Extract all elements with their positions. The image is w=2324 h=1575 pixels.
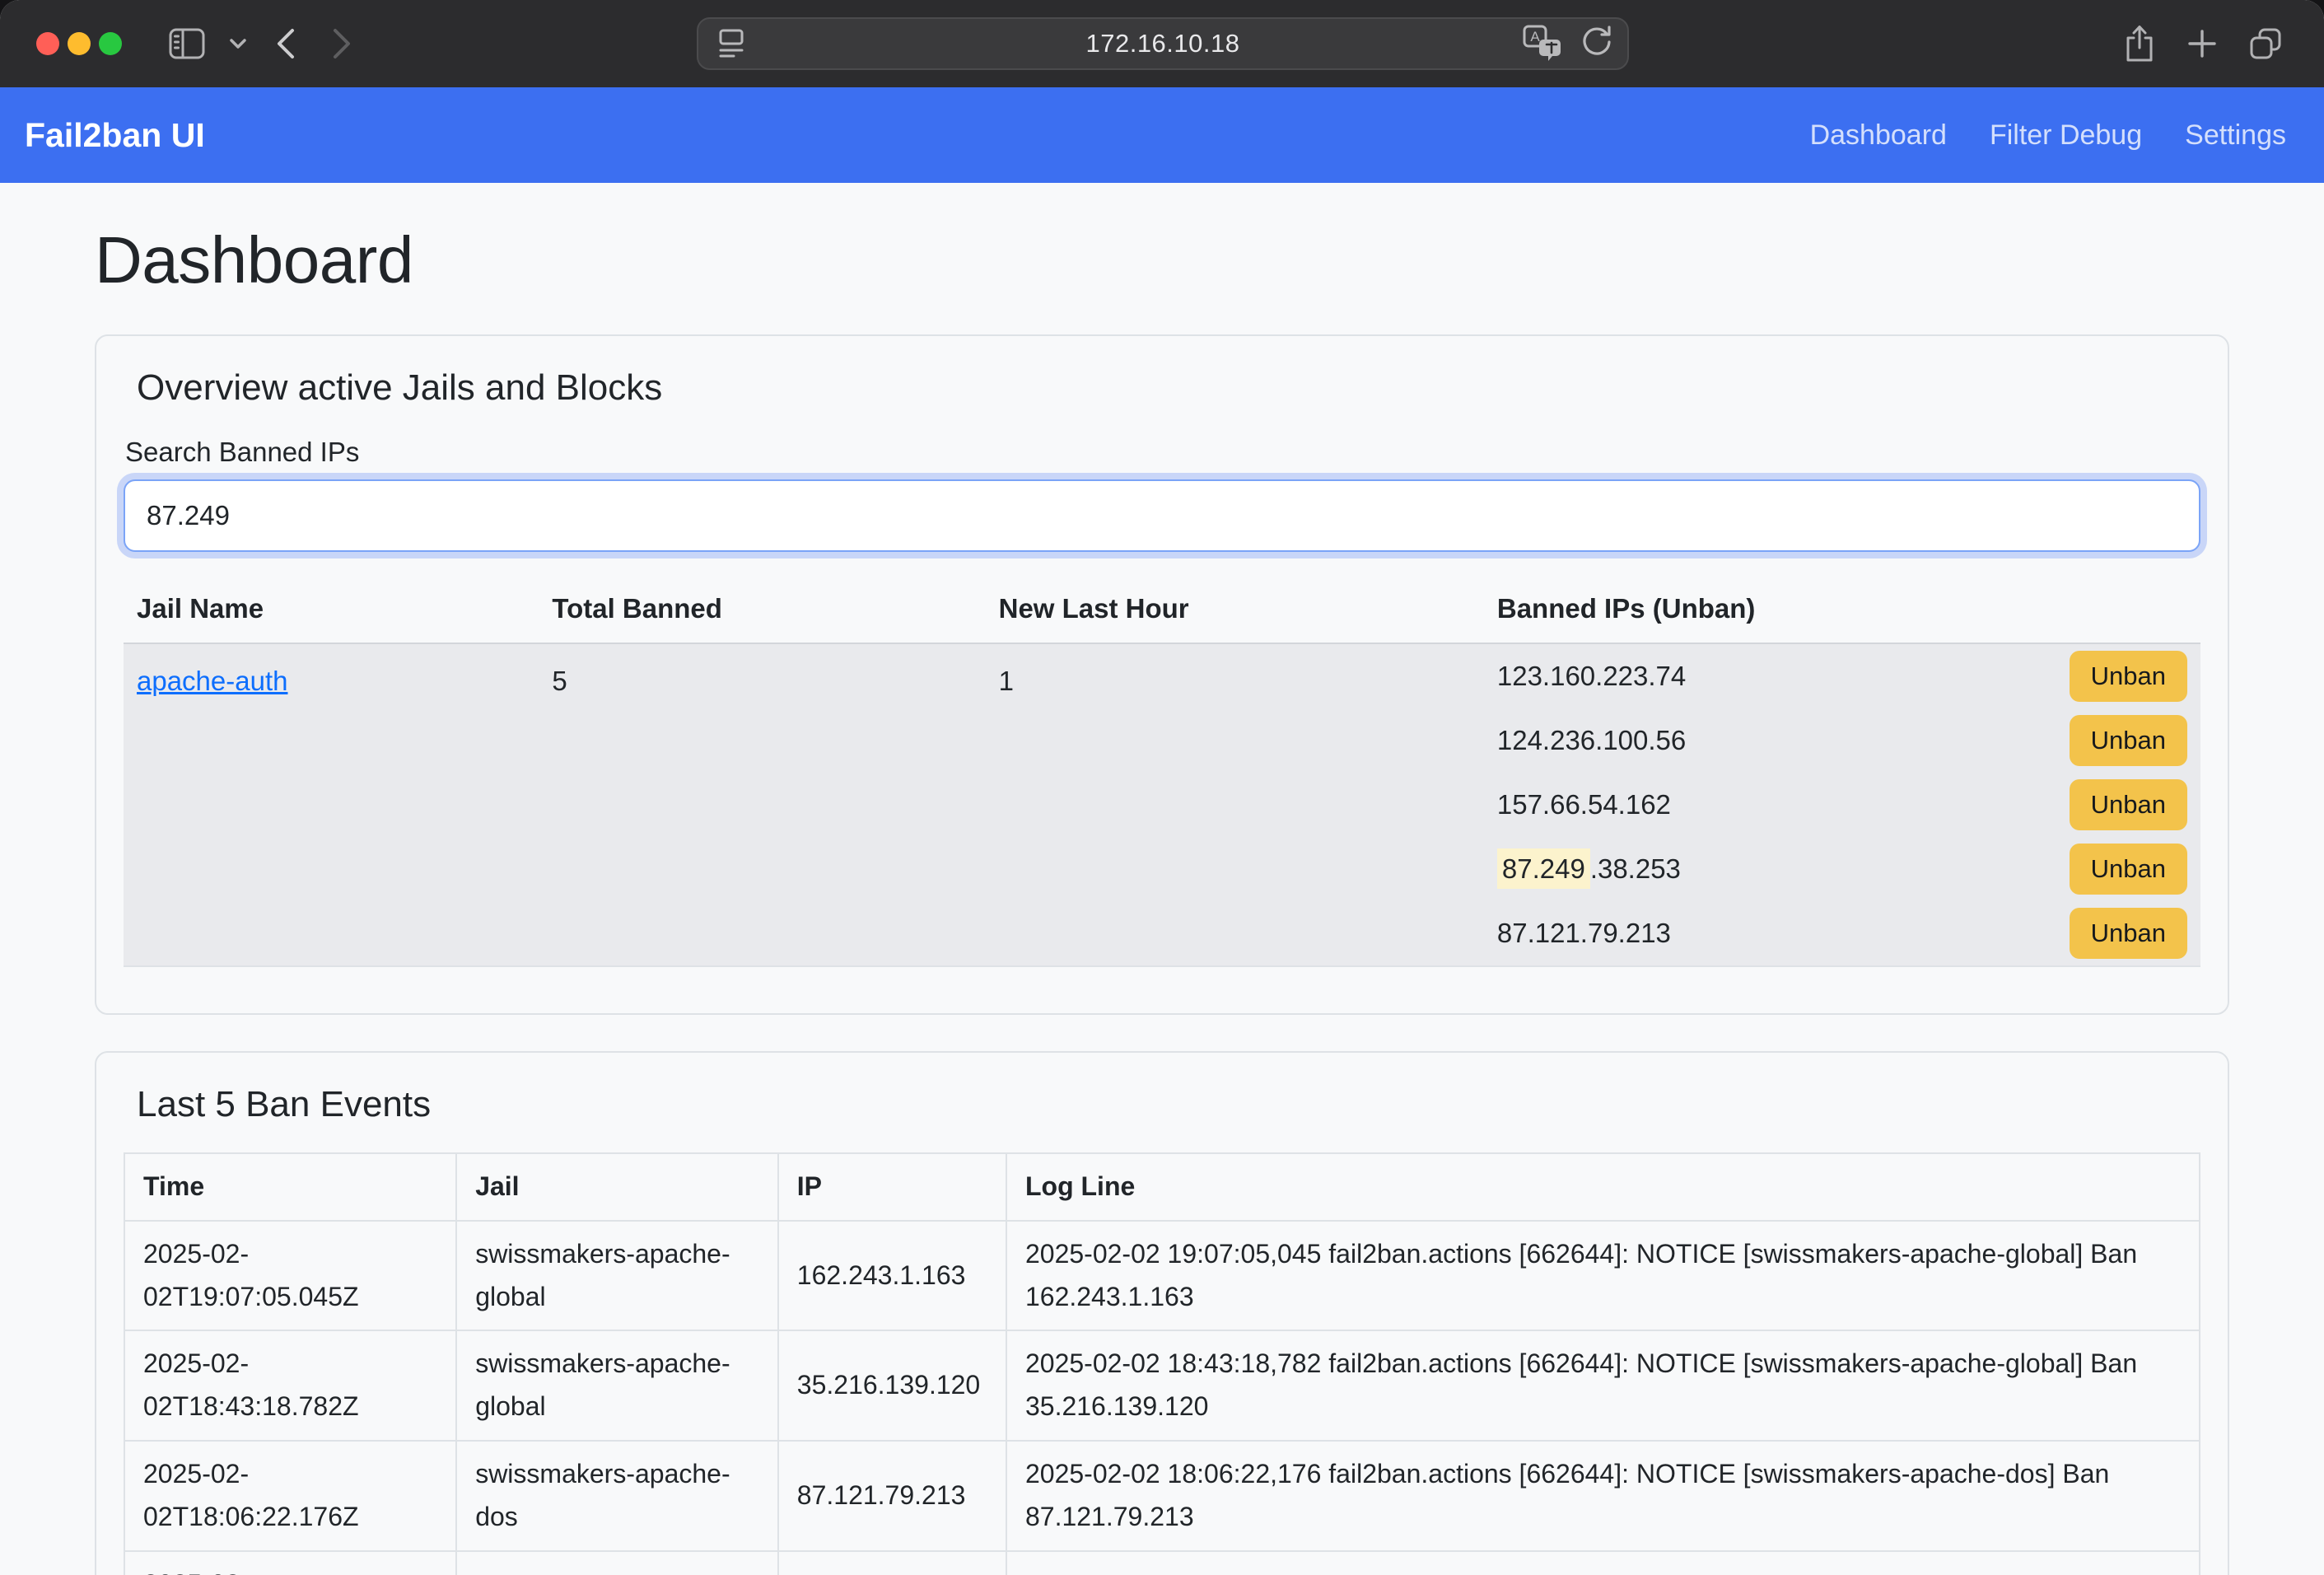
close-window-button[interactable] [36, 32, 59, 55]
col-header-banned-ips: Banned IPs (Unban) [1484, 575, 2200, 643]
event-ip: 87.121.79.213 [778, 1551, 1006, 1575]
banned-ip-item: 123.160.223.74 Unban [1497, 644, 2187, 708]
chevron-down-icon[interactable] [227, 33, 249, 54]
banned-ip: 157.66.54.162 [1497, 789, 1671, 820]
event-time: 2025-02-02T18:06:01.963Z [124, 1551, 456, 1575]
event-row: 2025-02-02T18:43:18.782Z swissmakers-apa… [124, 1330, 2200, 1441]
events-table: Time Jail IP Log Line 2025-02-02T19:07:0… [124, 1152, 2200, 1575]
events-card-title: Last 5 Ban Events [137, 1084, 2200, 1125]
forward-icon[interactable] [324, 24, 357, 63]
banned-ip: 87.249.38.253 [1497, 853, 1681, 885]
sidebar-icon[interactable] [168, 26, 206, 61]
event-ip: 87.121.79.213 [778, 1441, 1006, 1551]
jail-row: apache-auth 5 1 123.160.223.74 Unban 124… [124, 643, 2200, 966]
event-jail: apache-auth [456, 1551, 778, 1575]
jail-name-link[interactable]: apache-auth [137, 666, 287, 696]
page-title: Dashboard [95, 222, 2229, 298]
event-log: 2025-02-02 18:43:18,782 fail2ban.actions… [1006, 1330, 2200, 1441]
jails-table-header-row: Jail Name Total Banned New Last Hour Ban… [124, 575, 2200, 643]
minimize-window-button[interactable] [68, 32, 91, 55]
unban-button[interactable]: Unban [2070, 844, 2187, 895]
col-header-jail-name: Jail Name [124, 575, 539, 643]
event-ip: 35.216.139.120 [778, 1330, 1006, 1441]
banned-ip-list: 123.160.223.74 Unban 124.236.100.56 Unba… [1497, 644, 2187, 965]
window-controls [36, 32, 122, 55]
event-log: 2025-02-02 18:06:22,176 fail2ban.actions… [1006, 1441, 2200, 1551]
event-log: 2025-02-02 18:06:01,963 fail2ban.actions… [1006, 1551, 2200, 1575]
nav-link-dashboard[interactable]: Dashboard [1810, 119, 1947, 152]
col-header-log-line: Log Line [1006, 1153, 2200, 1221]
banned-ip-item: 124.236.100.56 Unban [1497, 708, 2187, 773]
address-bar[interactable]: 172.16.10.18 A [697, 17, 1629, 70]
toolbar-right [2121, 22, 2284, 65]
address-bar-actions: A [1522, 23, 1614, 65]
nav-link-filter-debug[interactable]: Filter Debug [1990, 119, 2142, 152]
events-card: Last 5 Ban Events Time Jail IP Log Line … [95, 1051, 2229, 1575]
col-header-total-banned: Total Banned [539, 575, 985, 643]
unban-button[interactable]: Unban [2070, 779, 2187, 830]
search-banned-ips-label: Search Banned IPs [125, 437, 2200, 468]
col-header-time: Time [124, 1153, 456, 1221]
reload-icon[interactable] [1578, 24, 1614, 64]
url-text: 172.16.10.18 [698, 29, 1627, 58]
event-time: 2025-02-02T19:07:05.045Z [124, 1221, 456, 1331]
event-ip: 162.243.1.163 [778, 1221, 1006, 1331]
tabs-icon[interactable] [2247, 25, 2284, 63]
banned-ip-item: 87.249.38.253 Unban [1497, 837, 2187, 901]
events-table-header-row: Time Jail IP Log Line [124, 1153, 2200, 1221]
event-log: 2025-02-02 19:07:05,045 fail2ban.actions… [1006, 1221, 2200, 1331]
page-content: Dashboard Overview active Jails and Bloc… [0, 222, 2324, 1575]
overview-card: Overview active Jails and Blocks Search … [95, 334, 2229, 1015]
banned-ip: 87.121.79.213 [1497, 918, 1671, 949]
unban-button[interactable]: Unban [2070, 715, 2187, 766]
search-banned-ips-input[interactable] [124, 479, 2200, 552]
new-tab-icon[interactable] [2184, 26, 2220, 62]
banned-ip-item: 157.66.54.162 Unban [1497, 773, 2187, 837]
col-header-ip: IP [778, 1153, 1006, 1221]
event-jail: swissmakers-apache-global [456, 1330, 778, 1441]
col-header-new-last-hour: New Last Hour [986, 575, 1484, 643]
nav-link-settings[interactable]: Settings [2185, 119, 2286, 152]
app-navbar: Fail2ban UI Dashboard Filter Debug Setti… [0, 87, 2324, 183]
toolbar-left [168, 24, 357, 63]
translate-icon[interactable]: A [1522, 23, 1563, 65]
event-time: 2025-02-02T18:43:18.782Z [124, 1330, 456, 1441]
event-row: 2025-02-02T18:06:01.963Z apache-auth 87.… [124, 1551, 2200, 1575]
brand-link[interactable]: Fail2ban UI [25, 116, 205, 155]
browser-titlebar: 172.16.10.18 A [0, 0, 2324, 87]
event-jail: swissmakers-apache-global [456, 1221, 778, 1331]
share-icon[interactable] [2121, 22, 2158, 65]
total-banned-value: 5 [539, 643, 985, 966]
overview-card-title: Overview active Jails and Blocks [137, 367, 2200, 409]
browser-window: 172.16.10.18 A [0, 0, 2324, 1575]
zoom-window-button[interactable] [99, 32, 122, 55]
jails-table: Jail Name Total Banned New Last Hour Ban… [124, 575, 2200, 967]
new-last-hour-value: 1 [986, 643, 1484, 966]
unban-button[interactable]: Unban [2070, 908, 2187, 959]
event-jail: swissmakers-apache-dos [456, 1441, 778, 1551]
unban-button[interactable]: Unban [2070, 651, 2187, 702]
col-header-jail: Jail [456, 1153, 778, 1221]
page-format-icon[interactable] [715, 26, 748, 61]
svg-text:A: A [1530, 29, 1540, 44]
back-icon[interactable] [270, 24, 303, 63]
nav-links: Dashboard Filter Debug Settings [1810, 119, 2286, 152]
banned-ip: 123.160.223.74 [1497, 661, 1686, 692]
search-highlight: 87.249 [1497, 848, 1590, 889]
banned-ip: 124.236.100.56 [1497, 725, 1686, 756]
banned-ip-item: 87.121.79.213 Unban [1497, 901, 2187, 965]
event-row: 2025-02-02T19:07:05.045Z swissmakers-apa… [124, 1221, 2200, 1331]
event-time: 2025-02-02T18:06:22.176Z [124, 1441, 456, 1551]
event-row: 2025-02-02T18:06:22.176Z swissmakers-apa… [124, 1441, 2200, 1551]
